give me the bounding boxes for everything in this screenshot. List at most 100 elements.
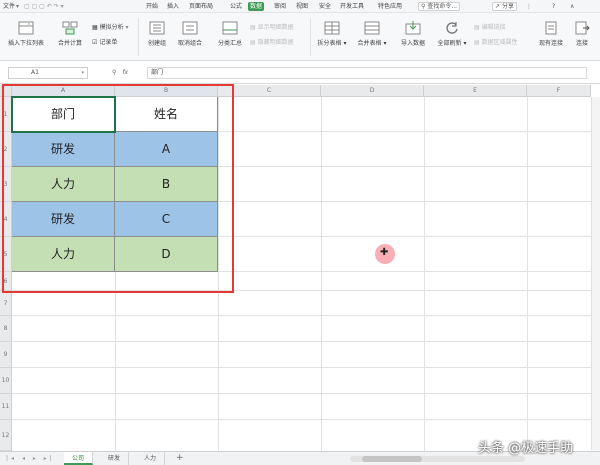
column-header-a[interactable]: A xyxy=(12,85,115,97)
minimize-ribbon-icon[interactable]: ∧ xyxy=(570,0,574,13)
zoom-icon[interactable]: ⚲ xyxy=(112,69,116,76)
formula-input[interactable]: 部门 xyxy=(147,67,587,79)
more-icon[interactable]: ⋮ xyxy=(526,0,532,13)
import-data-button[interactable]: 导入数据 xyxy=(396,21,430,47)
split-table-button[interactable]: 拆分表格 ▾ xyxy=(314,21,350,47)
ribbon: 插入下拉列表 合并计算 ▦ 模拟分析 ▾ ☑ 记录单 创建组 取消组合 分类汇总… xyxy=(0,13,600,61)
cell-b4[interactable]: C xyxy=(115,202,218,237)
name-box[interactable]: A1 ▾ xyxy=(8,67,88,79)
record-sheet-button[interactable]: ☑ 记录单 xyxy=(92,37,117,46)
menu-home[interactable]: 开始 xyxy=(146,0,158,13)
add-sheet-button[interactable]: + xyxy=(176,452,184,465)
menu-bar: 文件 ▾ ▢ ▢ ▢ ↶ ↷ ▾ 开始 插入 页面布局 公式 数据 审阅 视图 … xyxy=(0,0,600,13)
ungroup-button[interactable]: 取消组合 xyxy=(172,21,208,47)
row-header-6[interactable]: 6 xyxy=(0,272,12,291)
column-header-d[interactable]: D xyxy=(321,85,424,97)
row-header-5[interactable]: 5 xyxy=(0,237,12,272)
edit-links-icon: ▤ xyxy=(474,24,480,31)
cell-a3[interactable]: 人力 xyxy=(12,167,115,202)
merge-calc-button[interactable]: 合并计算 xyxy=(54,21,86,47)
row-header-10[interactable]: 10 xyxy=(0,368,12,394)
subtotal-button[interactable]: 分类汇总 xyxy=(214,21,246,47)
show-detail-button[interactable]: ▤ 显示明细数据 xyxy=(250,22,294,31)
fx-button[interactable]: fx xyxy=(122,69,128,76)
refresh-icon xyxy=(446,22,458,34)
menu-file[interactable]: 文件 xyxy=(3,0,15,13)
share-button[interactable]: ↗ 分享 xyxy=(492,0,517,13)
cell-a4[interactable]: 研发 xyxy=(12,202,115,237)
row-header-9[interactable]: 9 xyxy=(0,342,12,368)
cell-a5[interactable]: 人力 xyxy=(12,237,115,272)
sheet-tab-rd[interactable]: 研发 xyxy=(100,452,130,465)
ungroup-label: 取消组合 xyxy=(177,40,202,47)
connect-button[interactable]: 连接 xyxy=(570,21,594,47)
menu-security[interactable]: 安全 xyxy=(319,0,331,13)
menu-data[interactable]: 数据 xyxy=(248,2,265,11)
menu-file-dropdown-icon[interactable]: ▾ xyxy=(16,0,19,13)
merge-table-label: 合并表格 ▾ xyxy=(357,40,387,47)
row-header-1[interactable]: 1 xyxy=(0,97,12,132)
simulate-analysis-button[interactable]: ▦ 模拟分析 ▾ xyxy=(92,22,129,31)
column-header-e[interactable]: E xyxy=(424,85,527,97)
existing-connections-icon xyxy=(545,21,557,35)
ribbon-separator xyxy=(310,18,311,56)
row-header-12[interactable]: 12 xyxy=(0,420,12,451)
row-header-7[interactable]: 7 xyxy=(0,291,12,316)
sheet-tab-hr[interactable]: 人力 xyxy=(136,452,166,465)
import-data-label: 导入数据 xyxy=(400,40,425,47)
column-header-f[interactable]: F xyxy=(527,85,591,97)
row-header-4[interactable]: 4 xyxy=(0,202,12,237)
share-label: 分享 xyxy=(501,3,514,10)
connect-icon xyxy=(575,21,590,35)
menu-special[interactable]: 特色应用 xyxy=(378,0,402,13)
hide-detail-label: 隐藏明细数据 xyxy=(257,39,294,46)
create-group-button[interactable]: 创建组 xyxy=(142,21,172,47)
fx-area: ⚲ fx xyxy=(112,67,128,79)
column-header-c[interactable]: C xyxy=(218,85,321,97)
merge-table-button[interactable]: 合并表格 ▾ xyxy=(354,21,390,47)
data-area-props-button[interactable]: ▤ 数据区域属性 xyxy=(474,37,518,46)
search-command[interactable]: ⚲ 查找命令... xyxy=(418,0,461,13)
menu-review[interactable]: 审阅 xyxy=(274,0,286,13)
gridline xyxy=(321,97,322,451)
cell-b2[interactable]: A xyxy=(115,132,218,167)
split-table-icon xyxy=(324,21,340,35)
edit-links-button[interactable]: ▤ 编辑链接 xyxy=(474,22,506,31)
record-label: 记录单 xyxy=(99,39,118,46)
connect-label: 连接 xyxy=(575,40,588,47)
row-header-2[interactable]: 2 xyxy=(0,132,12,167)
cell-a2[interactable]: 研发 xyxy=(12,132,115,167)
row-header-8[interactable]: 8 xyxy=(0,316,12,342)
menu-insert[interactable]: 插入 xyxy=(167,0,179,13)
vertical-scrollbar[interactable] xyxy=(591,97,600,450)
existing-connections-label: 现有连接 xyxy=(538,40,563,47)
cell-b1[interactable]: 姓名 xyxy=(115,97,218,132)
split-table-label: 拆分表格 ▾ xyxy=(317,40,347,47)
subtotal-label: 分类汇总 xyxy=(217,40,242,47)
menu-view[interactable]: 视图 xyxy=(296,0,308,13)
row-header-11[interactable]: 11 xyxy=(0,394,12,420)
row-header-3[interactable]: 3 xyxy=(0,167,12,202)
menu-page-layout[interactable]: 页面布局 xyxy=(189,0,213,13)
menu-developer[interactable]: 开发工具 xyxy=(340,0,364,13)
menu-formulas[interactable]: 公式 xyxy=(230,0,242,13)
name-box-dropdown-icon[interactable]: ▾ xyxy=(81,68,84,78)
hide-detail-button[interactable]: ▤ 隐藏明细数据 xyxy=(250,37,294,46)
cell-b3[interactable]: B xyxy=(115,167,218,202)
sheet-nav-arrows[interactable]: |◂ ◂ ▸ ▸| xyxy=(6,455,55,462)
horizontal-scrollbar[interactable] xyxy=(350,456,525,462)
column-header-b[interactable]: B xyxy=(115,85,218,97)
search-icon: ⚲ xyxy=(421,3,426,10)
sheet-tab-company[interactable]: 公司 xyxy=(64,452,94,465)
gridline xyxy=(12,341,591,342)
horizontal-scroll-thumb[interactable] xyxy=(362,456,422,462)
insert-dropdown-button[interactable]: 插入下拉列表 xyxy=(6,21,46,47)
cell-a1[interactable]: 部门 xyxy=(11,96,116,133)
help-icon[interactable]: ? xyxy=(552,0,555,13)
existing-connections-button[interactable]: 现有连接 xyxy=(536,21,566,47)
cell-b5[interactable]: D xyxy=(115,237,218,272)
select-all-corner[interactable] xyxy=(0,85,12,97)
refresh-all-button[interactable]: 全部刷新 ▾ xyxy=(434,21,470,47)
gridline xyxy=(527,97,528,451)
gridline xyxy=(12,419,591,420)
